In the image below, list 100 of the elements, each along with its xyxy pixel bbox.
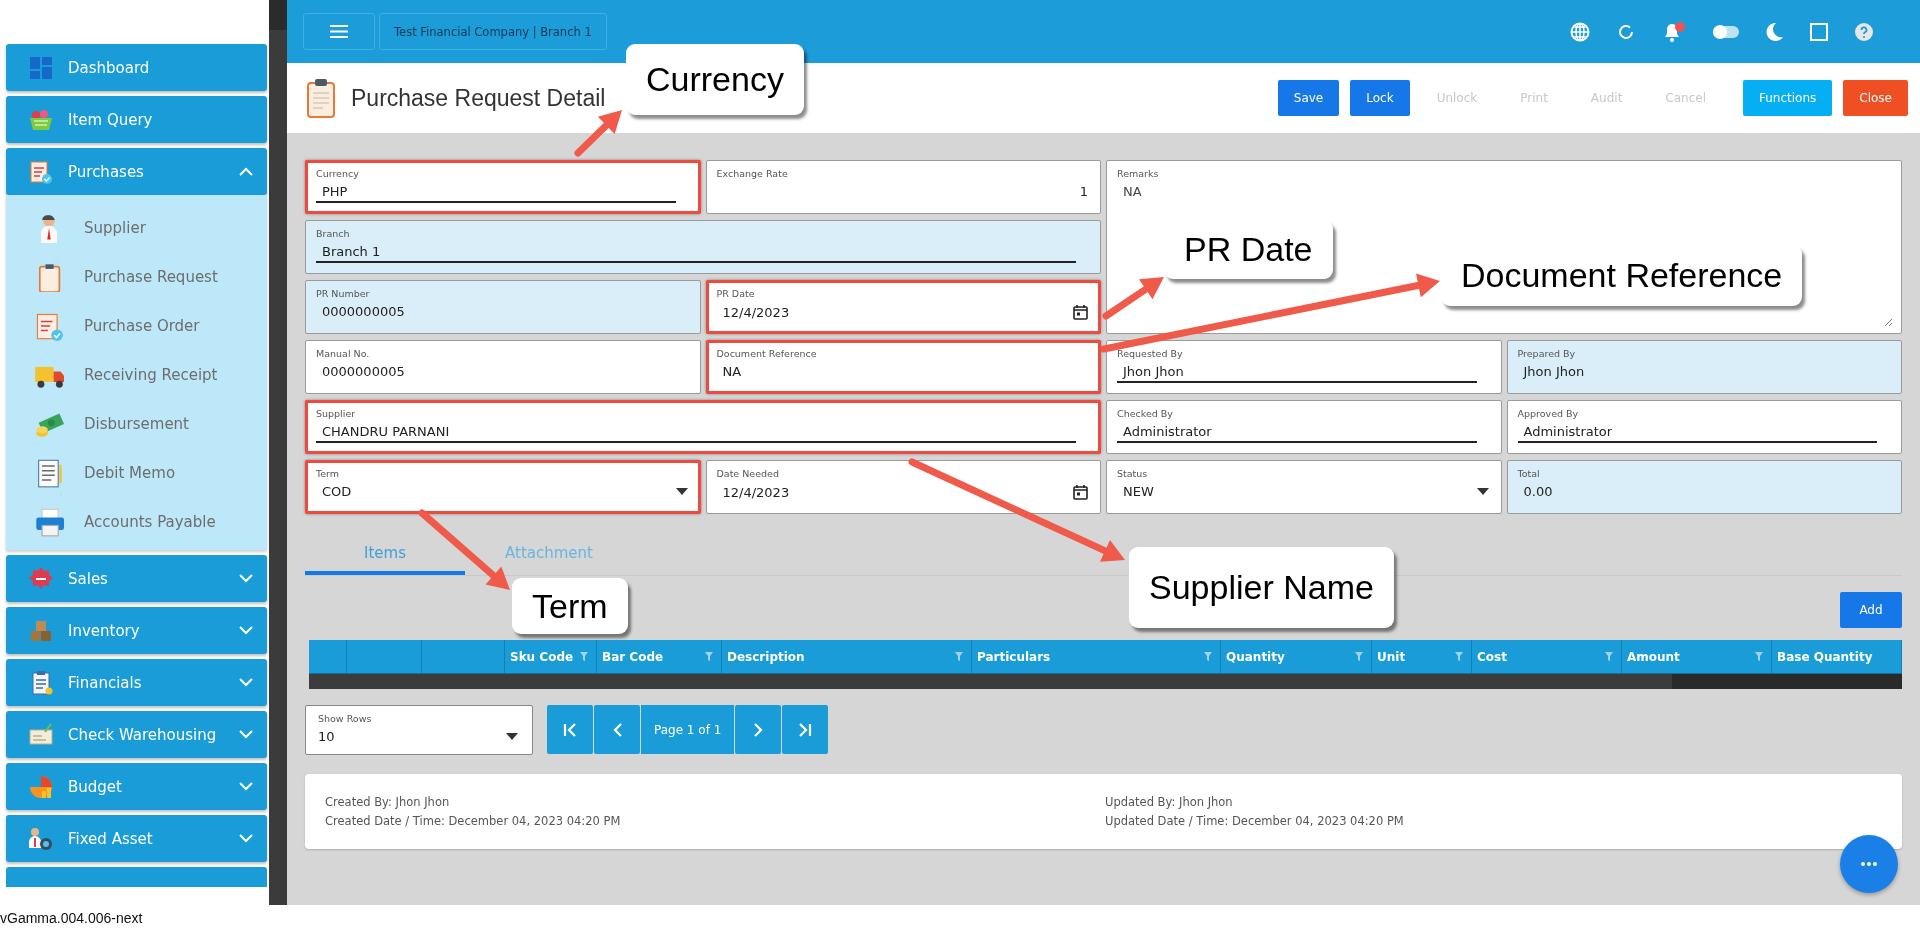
input-field[interactable]: Prepared By Jhon Jhon — [1506, 340, 1902, 394]
input-field[interactable]: PR Number 0000000005 — [305, 280, 701, 334]
sidebar-item[interactable]: Dashboard — [6, 44, 268, 91]
company-button[interactable]: Test Financial Company | Branch 1 — [379, 13, 607, 50]
select-field[interactable]: Status NEW — [1106, 460, 1502, 514]
clipboard-check-icon — [28, 158, 54, 185]
select-field[interactable]: Show Rows 10 — [305, 705, 533, 755]
sidebar-item[interactable]: Purchases — [6, 148, 268, 195]
callout-label: Document Reference — [1441, 245, 1803, 306]
field-value: Branch 1 — [322, 244, 381, 259]
more-icon — [1861, 862, 1877, 866]
sidebar-item[interactable]: Sales — [6, 555, 268, 602]
filter-icon — [1355, 652, 1363, 661]
page-indicator: Page 1 of 1 — [641, 705, 735, 754]
input-field[interactable]: Currency PHP — [305, 160, 701, 214]
last-page-icon — [798, 722, 813, 737]
sidebar-item[interactable]: Financials — [6, 659, 268, 706]
field-label: Approved By — [1517, 408, 1579, 419]
sidebar-item[interactable]: Item Query — [6, 96, 268, 143]
printer-icon — [34, 506, 64, 537]
date-field[interactable]: PR Date 12/4/2023 — [705, 280, 1101, 334]
sidebar-item[interactable]: Inventory — [6, 607, 268, 654]
field-label: Supplier — [316, 408, 356, 419]
window-icon — [1810, 22, 1828, 41]
submenu-item[interactable]: Accounts Payable — [34, 497, 268, 546]
callout-label: Supplier Name — [1129, 547, 1394, 628]
field-label: Requested By — [1117, 348, 1183, 359]
column-header[interactable]: Description — [722, 640, 972, 673]
next-page-button[interactable] — [735, 705, 782, 754]
column-header[interactable]: Amount — [1622, 640, 1772, 673]
chevron-up-icon — [239, 167, 254, 176]
scrollbar[interactable] — [269, 0, 287, 905]
submenu-item[interactable]: Supplier — [34, 203, 268, 252]
sidebar-item[interactable]: Check Warehousing — [6, 711, 268, 758]
select-field[interactable]: Term COD — [305, 460, 701, 514]
input-field[interactable]: Checked By Administrator — [1106, 400, 1502, 454]
input-field[interactable]: Document Reference NA — [705, 340, 1101, 394]
last-page-button[interactable] — [782, 705, 829, 754]
input-field[interactable]: Supplier CHANDRU PARNANI — [305, 400, 1101, 454]
field-value: Administrator — [1523, 424, 1613, 439]
submenu-item[interactable]: Purchase Request — [34, 252, 268, 301]
field-value: NA — [1123, 184, 1142, 199]
chevron-down-icon — [239, 574, 254, 583]
first-page-icon — [563, 722, 577, 737]
input-field[interactable]: Total 0.00 — [1506, 460, 1902, 514]
grid-icon — [28, 54, 54, 81]
field-label: Checked By — [1117, 408, 1173, 419]
tab[interactable]: Items — [305, 535, 465, 575]
field-value: NEW — [1123, 484, 1154, 499]
toolbar-button[interactable]: Lock — [1350, 80, 1410, 116]
input-field[interactable]: Manual No. 0000000005 — [305, 340, 701, 394]
filter-icon — [580, 652, 588, 661]
chevron-down-icon — [239, 730, 254, 739]
submenu-item[interactable]: Debit Memo — [34, 448, 268, 497]
column-header[interactable]: Sku Code — [505, 640, 597, 673]
toolbar-button[interactable]: Functions — [1743, 80, 1833, 116]
field-label: Date Needed — [716, 468, 779, 479]
field-value: PHP — [322, 184, 348, 199]
sidebar-label: Sales — [68, 569, 109, 588]
filter-icon — [1204, 652, 1212, 661]
sidebar-item[interactable]: Fixed Asset — [6, 815, 268, 862]
filter-icon — [705, 652, 713, 661]
toggle-icon — [1712, 23, 1740, 40]
sidebar-label: Dashboard — [68, 58, 151, 77]
submenu-item[interactable]: Disbursement — [34, 399, 268, 448]
help-icon — [1854, 21, 1874, 42]
horizontal-scrollbar[interactable] — [309, 674, 1902, 689]
clipboard-icon — [307, 78, 335, 118]
column-header[interactable]: Cost — [1472, 640, 1622, 673]
toolbar-button[interactable]: Close — [1843, 80, 1908, 116]
input-field[interactable]: Approved By Administrator — [1506, 400, 1902, 454]
field-label: Total — [1517, 468, 1540, 479]
column-header[interactable]: Base Quantity — [1772, 640, 1902, 673]
field-label: Prepared By — [1517, 348, 1576, 359]
column-header[interactable]: Quantity — [1221, 640, 1372, 673]
chevron-down-icon — [239, 678, 254, 687]
field-label: PR Date — [716, 288, 755, 299]
previous-page-button[interactable] — [594, 705, 640, 754]
chevron-down-icon — [239, 782, 254, 791]
first-page-button[interactable] — [547, 705, 593, 754]
field-value: CHANDRU PARNANI — [322, 424, 450, 439]
field-label: PR Number — [316, 288, 370, 299]
date-field[interactable]: Date Needed 12/4/2023 — [705, 460, 1101, 514]
toolbar-button[interactable]: Save — [1277, 80, 1340, 116]
add-button[interactable]: Add — [1840, 592, 1902, 628]
field-label: Manual No. — [316, 348, 370, 359]
input-field[interactable]: Requested By Jhon Jhon — [1106, 340, 1502, 394]
callout-label: PR Date — [1164, 220, 1333, 279]
submenu-item[interactable]: Receiving Receipt — [34, 350, 268, 399]
column-header[interactable]: Bar Code — [597, 640, 722, 673]
more-button[interactable] — [1840, 835, 1898, 893]
info-text: Updated Date / Time: December 04, 2023 04:20 PM — [1105, 813, 1405, 828]
submenu-item[interactable]: Purchase Order — [34, 301, 268, 350]
menu-button[interactable] — [303, 13, 375, 50]
input-field[interactable]: Branch Branch 1 — [305, 220, 1101, 274]
column-header[interactable]: Unit — [1372, 640, 1472, 673]
input-field[interactable]: Exchange Rate 1 — [705, 160, 1101, 214]
sidebar-item[interactable]: Budget — [6, 763, 268, 810]
field-label: Document Reference — [716, 348, 817, 359]
column-header[interactable]: Particulars — [972, 640, 1221, 673]
